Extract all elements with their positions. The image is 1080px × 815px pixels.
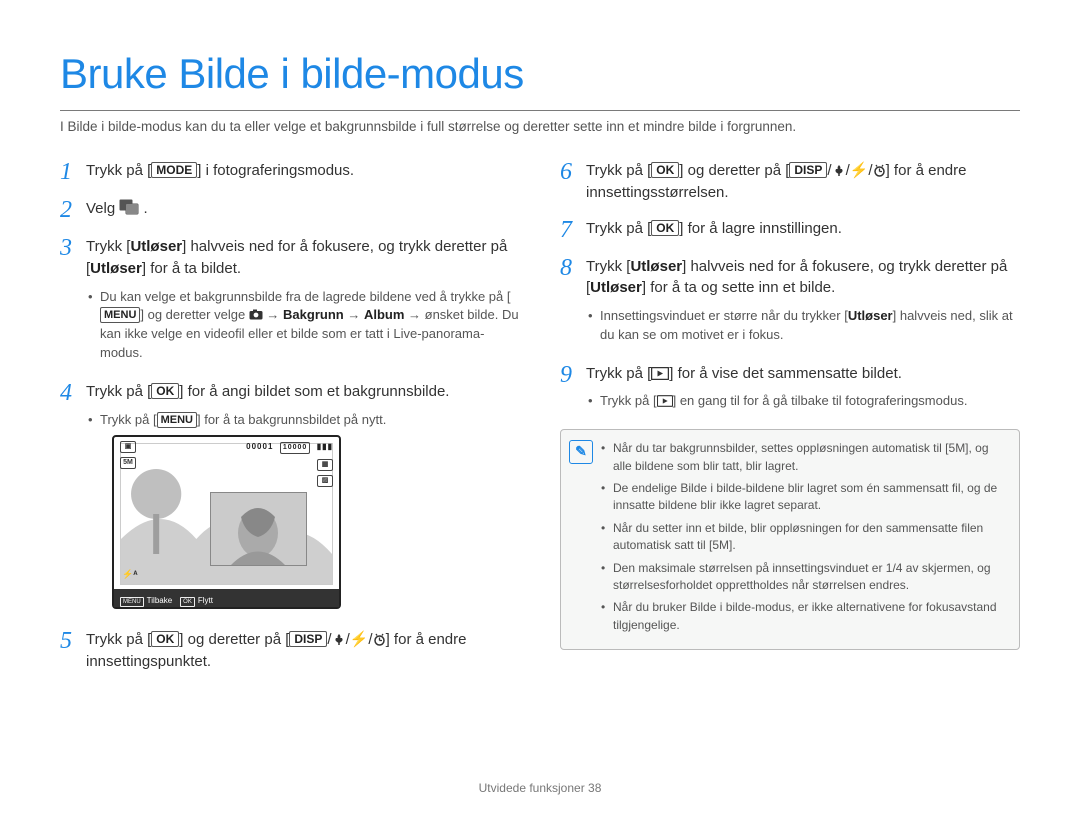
grid-badge-icon: ▨ [317,475,333,487]
note-item: Når du bruker Bilde i bilde-modus, er ik… [601,599,1009,634]
left-column: 1 Trykk på [MODE] i fotograferingsmodus.… [60,160,520,687]
macro-icon [832,163,846,177]
note-item: Den maksimale størrelsen på innsettingsv… [601,560,1009,595]
step-number: 6 [560,160,586,184]
menu-button-icon: MENU [157,412,197,428]
ok-button-icon: OK [151,631,179,647]
camera-icon [249,309,263,320]
playback-icon [657,395,673,407]
playback-icon [651,367,669,380]
step-1: 1 Trykk på [MODE] i fotograferingsmodus. [60,160,520,184]
step-2: 2 Velg . [60,198,520,222]
pip-mode-icon [119,199,139,215]
sub-bullet: Trykk på [MENU] for å ta bakgrunnsbildet… [86,411,449,430]
note-item: Når du setter inn et bilde, blir oppløsn… [601,520,1009,555]
step-8: 8 Trykk [Utløser] halvveis ned for å fok… [560,256,1020,349]
step-4: 4 Trykk på [OK] for å angi bildet som et… [60,381,520,616]
menu-button-icon: MENU [100,307,140,323]
ok-button-icon: OK [151,383,179,399]
note-item: De endelige Bilde i bilde-bildene blir l… [601,480,1009,515]
camera-screen-illustration: ▣ 5M 00001 10000 ▮▮▮ ▦ ▨ [112,435,341,609]
face-svg [211,493,306,565]
step-sublist: Innsettingsvinduet er større når du tryk… [586,307,1020,345]
step-6: 6 Trykk på [OK] og deretter på [DISP//⚡/… [560,160,1020,204]
macro-icon [332,632,346,646]
timer-icon [373,633,386,646]
steps-right: 6 Trykk på [OK] og deretter på [DISP//⚡/… [560,160,1020,415]
step-sublist: Trykk på [MENU] for å ta bakgrunnsbildet… [86,411,449,430]
note-icon: ✎ [569,440,593,464]
right-column: 6 Trykk på [OK] og deretter på [DISP//⚡/… [560,160,1020,687]
camera-canvas [120,443,333,585]
flash-auto-badge: ⚡ᴬ [122,568,138,581]
back-control: MENUTilbake [120,588,172,610]
sub-bullet: Innsettingsvinduet er større når du tryk… [586,307,1020,345]
step-number: 4 [60,381,86,405]
step-text: Trykk på [] for å vise det sammensatte b… [586,363,967,416]
step-number: 5 [60,629,86,653]
step-text: Trykk på [OK] og deretter på [DISP//⚡/] … [86,629,520,673]
step-number: 8 [560,256,586,280]
steps-left: 1 Trykk på [MODE] i fotograferingsmodus.… [60,160,520,673]
pip-badge-icon: ▣ [120,441,136,453]
size-badge-icon: 5M [120,457,136,469]
move-control: OKFlytt [180,588,213,610]
step-number: 7 [560,218,586,242]
timer-icon [873,164,886,177]
columns: 1 Trykk på [MODE] i fotograferingsmodus.… [60,160,1020,687]
page-title: Bruke Bilde i bilde-modus [60,50,1020,98]
ok-button-icon: OK [651,162,679,178]
camera-bottom-bar: MENUTilbake OKFlytt [114,589,339,607]
note-list: Når du tar bakgrunnsbilder, settes opplø… [601,440,1009,639]
step-3: 3 Trykk [Utløser] halvveis ned for å fok… [60,236,520,367]
step-text: Trykk på [OK] for å lagre innstillingen. [586,218,842,240]
intro-text: I Bilde i bilde-modus kan du ta eller ve… [60,119,1020,134]
iso-badge: 10000 [280,442,310,454]
step-number: 2 [60,198,86,222]
step-text: Velg . [86,198,148,220]
camera-counter: 00001 10000 ▮▮▮ [246,441,333,454]
quality-badge-icon: ▦ [317,459,333,471]
note-item: Når du tar bakgrunnsbilder, settes opplø… [601,440,1009,475]
sub-bullet: Trykk på [] en gang til for å gå tilbake… [586,392,967,411]
step-sublist: Du kan velge et bakgrunnsbilde fra de la… [86,288,520,363]
camera-left-badges: ▣ 5M [120,441,136,469]
step-5: 5 Trykk på [OK] og deretter på [DISP//⚡/… [60,629,520,673]
step-text: Trykk på [OK] for å angi bildet som et b… [86,381,449,616]
disp-button-icon: DISP [289,631,327,647]
disp-button-icon: DISP [789,162,827,178]
battery-icon: ▮▮▮ [317,442,333,451]
step-number: 3 [60,236,86,260]
step-9: 9 Trykk på [] for å vise det sammensatte… [560,363,1020,416]
mode-button-icon: MODE [151,162,197,178]
camera-right-badges: ▦ ▨ [317,459,333,487]
manual-page: Bruke Bilde i bilde-modus I Bilde i bild… [0,0,1080,815]
sub-bullet: Du kan velge et bakgrunnsbilde fra de la… [86,288,520,363]
page-footer: Utvidede funksjoner 38 [0,781,1080,795]
step-text: Trykk på [MODE] i fotograferingsmodus. [86,160,354,182]
step-7: 7 Trykk på [OK] for å lagre innstillinge… [560,218,1020,242]
step-text: Trykk på [OK] og deretter på [DISP//⚡/] … [586,160,1020,204]
step-number: 9 [560,363,586,387]
inset-photo [210,492,307,566]
title-rule [60,110,1020,111]
step-sublist: Trykk på [] en gang til for å gå tilbake… [586,392,967,411]
step-text: Trykk [Utløser] halvveis ned for å fokus… [86,236,520,367]
note-box: ✎ Når du tar bakgrunnsbilder, settes opp… [560,429,1020,650]
ok-button-icon: OK [651,220,679,236]
step-text: Trykk [Utløser] halvveis ned for å fokus… [586,256,1020,349]
step-number: 1 [60,160,86,184]
